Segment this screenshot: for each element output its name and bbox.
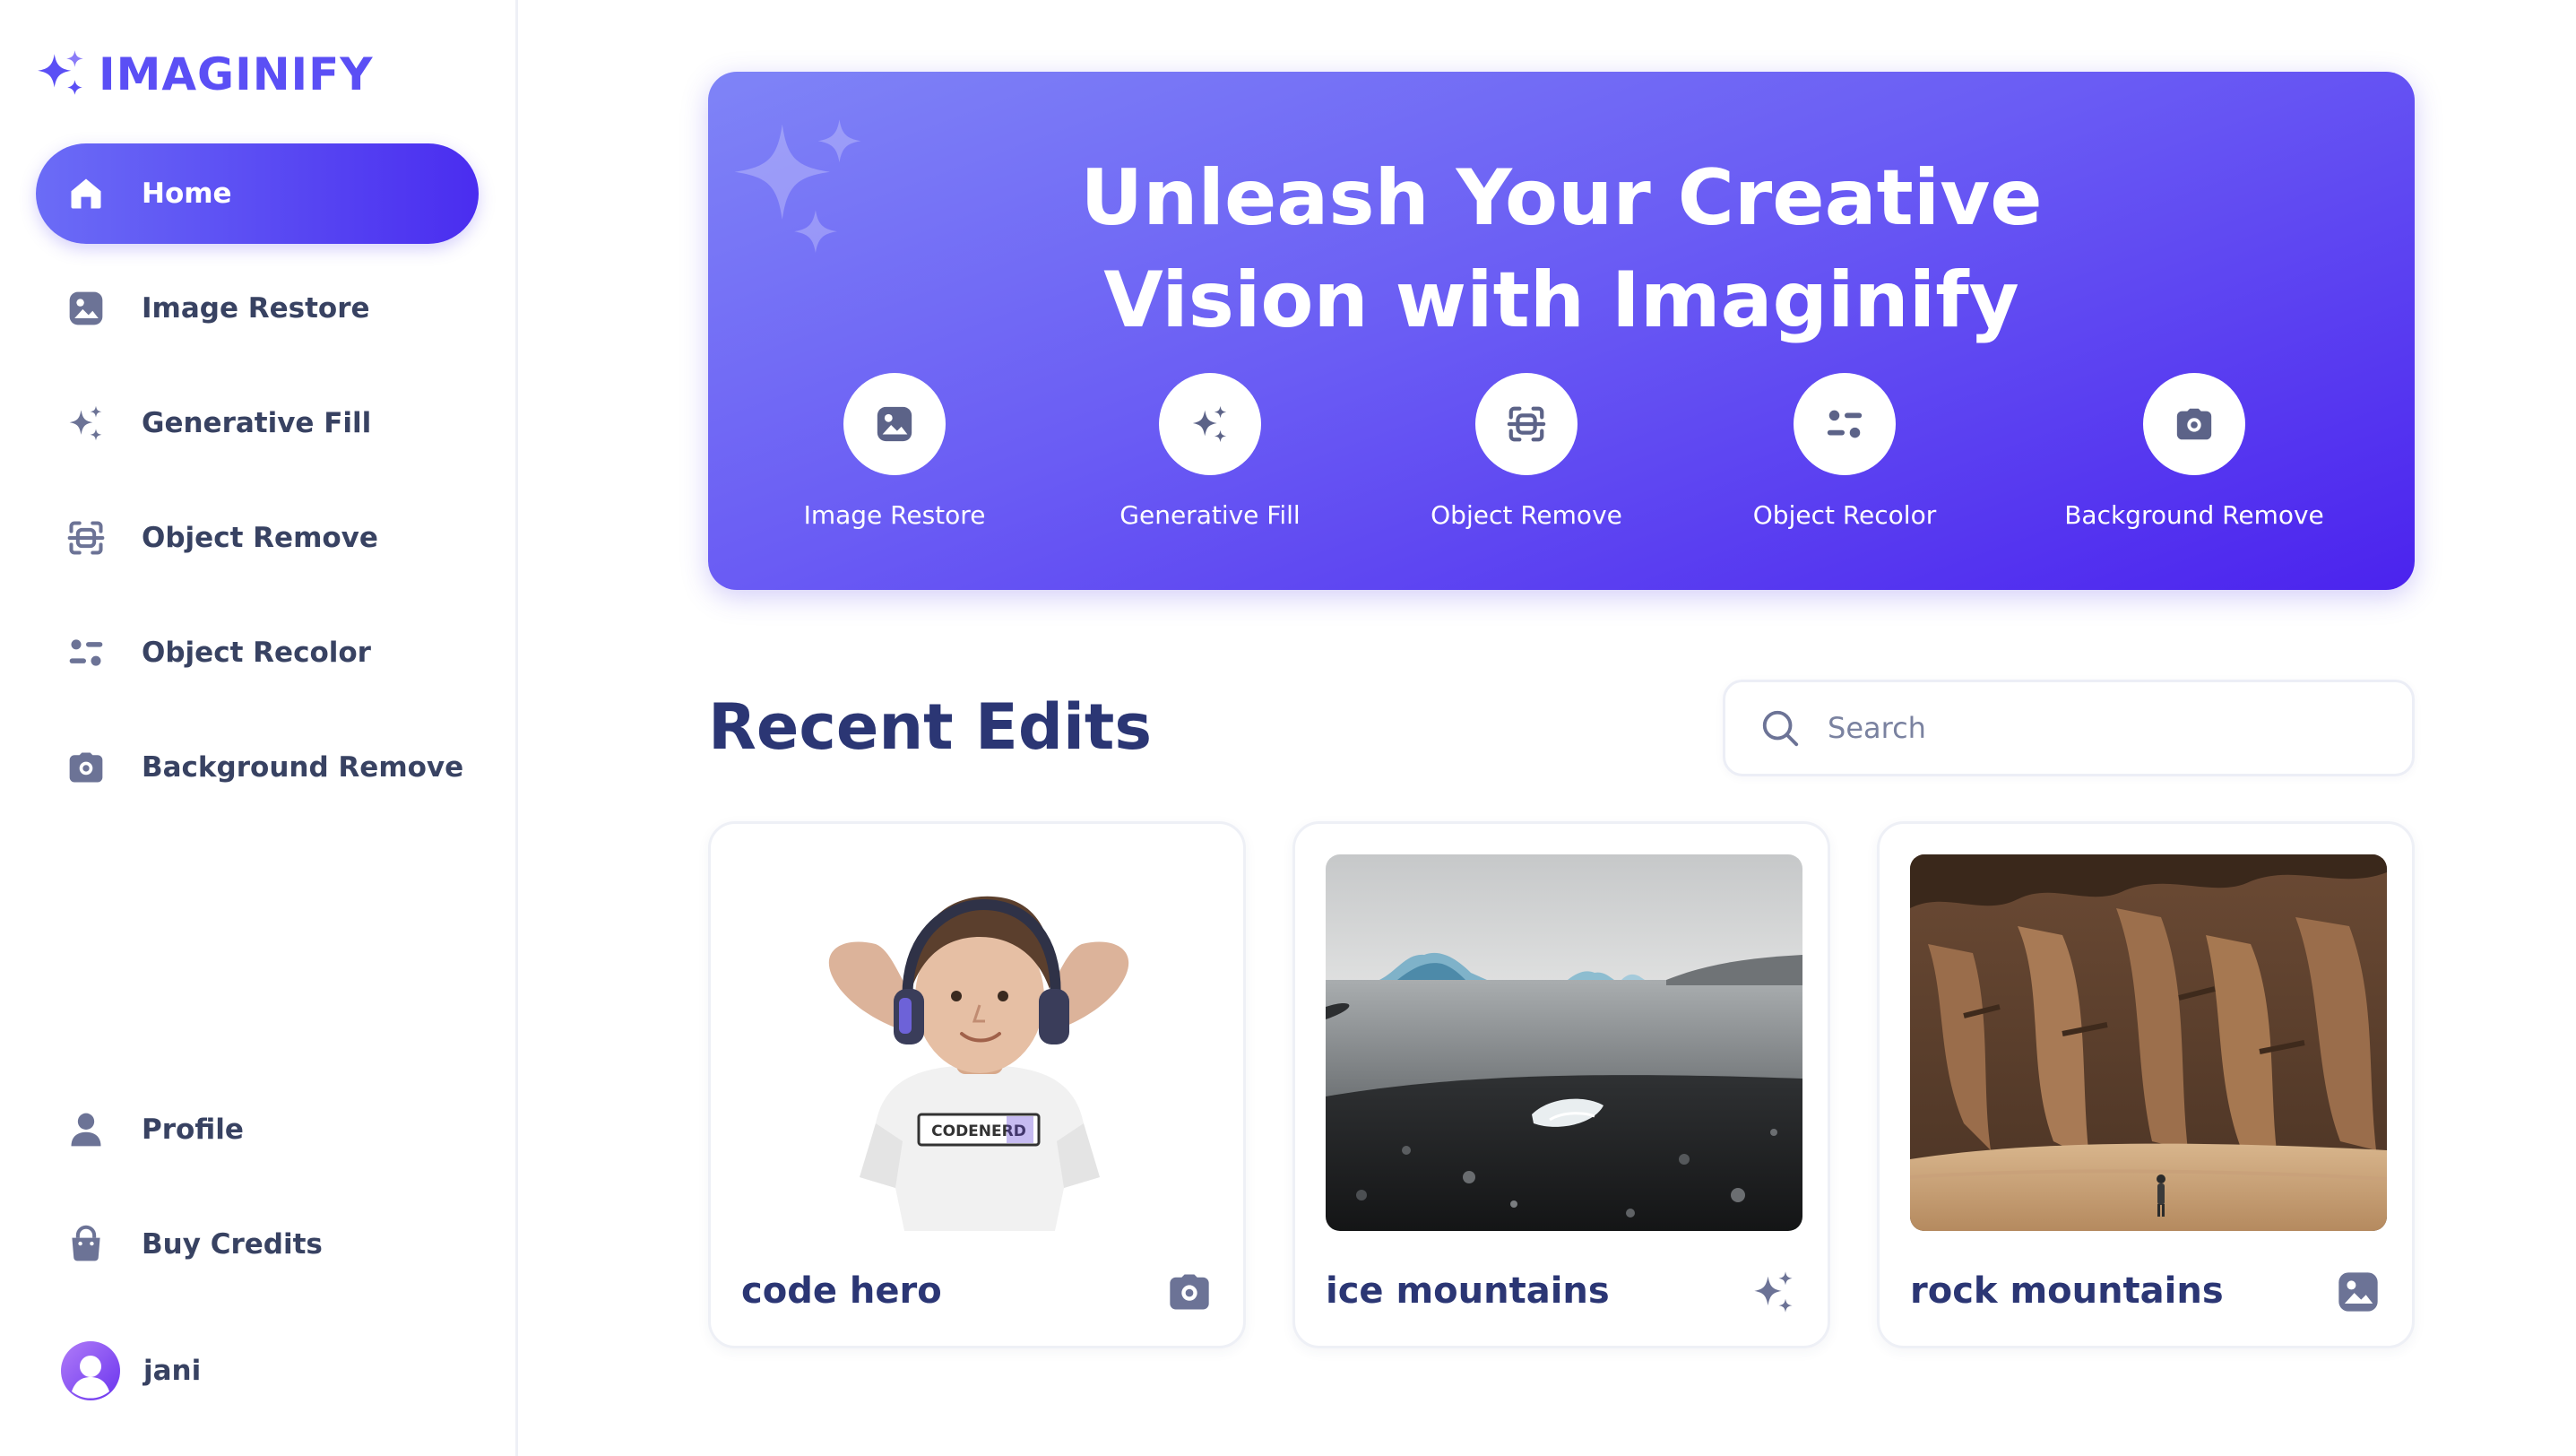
filter-icon xyxy=(1827,410,1863,438)
search-icon xyxy=(1762,710,1799,747)
sidebar-item-label: Background Remove xyxy=(142,751,464,784)
search-box[interactable] xyxy=(1723,680,2415,776)
search-input[interactable] xyxy=(1828,711,2365,745)
hero-banner: Unleash Your Creative Vision with Imagin… xyxy=(708,72,2415,590)
hero-tool-label: Object Remove xyxy=(1431,500,1622,530)
stars-icon xyxy=(1192,405,1227,443)
avatar xyxy=(61,1341,120,1400)
hero-tool-image-restore[interactable]: Image Restore xyxy=(760,373,1029,530)
stars-icon xyxy=(1750,1269,1797,1315)
user-button[interactable]: jani xyxy=(61,1341,201,1400)
hero-tool-label: Image Restore xyxy=(803,500,986,530)
sidebar-item-image-restore[interactable]: Image Restore xyxy=(36,258,479,359)
sidebar-item-label: Image Restore xyxy=(142,292,370,325)
bag-icon xyxy=(65,1223,108,1266)
logo-sparkle-icon xyxy=(38,50,83,95)
scan-icon xyxy=(65,516,108,559)
sidebar-bottom-nav: Profile Buy Credits xyxy=(36,1079,479,1309)
sidebar-item-background-remove[interactable]: Background Remove xyxy=(36,717,479,818)
home-icon xyxy=(65,172,108,215)
recent-edits-title: Recent Edits xyxy=(708,690,1153,764)
sidebar-nav: Home Image Restore Generative Fill Objec… xyxy=(36,143,479,832)
sidebar-item-generative-fill[interactable]: Generative Fill xyxy=(36,373,479,473)
image-thumbnail[interactable] xyxy=(1910,854,2387,1231)
camera-icon xyxy=(2176,408,2212,440)
hero-tool-generative-fill[interactable]: Generative Fill xyxy=(1076,373,1344,530)
camera-icon xyxy=(65,746,108,789)
profile-icon xyxy=(65,1108,108,1151)
image-card-ice-mountains[interactable]: ice mountains xyxy=(1292,821,1830,1348)
image-thumbnail[interactable] xyxy=(1326,854,1802,1231)
camera-icon xyxy=(1166,1269,1213,1315)
sidebar-item-profile[interactable]: Profile xyxy=(36,1079,479,1180)
hero-tool-list: Image Restore Generative Fill Object Rem… xyxy=(708,373,2415,534)
sidebar-item-object-recolor[interactable]: Object Recolor xyxy=(36,602,479,703)
card-title: code hero xyxy=(741,1270,942,1312)
user-name: jani xyxy=(143,1355,202,1387)
sidebar-item-label: Home xyxy=(142,178,232,210)
sidebar-item-home[interactable]: Home xyxy=(36,143,479,244)
image-icon xyxy=(877,406,912,442)
filter-icon xyxy=(65,631,108,674)
sidebar: IMAGINIFY Home Image Restore Generative … xyxy=(0,0,518,1456)
hero-tool-label: Background Remove xyxy=(2064,500,2324,530)
image-icon xyxy=(2335,1269,2382,1315)
hero-tool-background-remove[interactable]: Background Remove xyxy=(2060,373,2329,530)
card-title: ice mountains xyxy=(1326,1270,1610,1312)
recent-edits-grid: CODENERD code hero ice mountains rock mo… xyxy=(708,821,2415,1350)
card-title: rock mountains xyxy=(1910,1270,2224,1312)
sidebar-item-label: Object Recolor xyxy=(142,637,371,669)
stars-icon xyxy=(65,402,108,445)
scan-icon xyxy=(1507,406,1546,442)
sidebar-item-label: Object Remove xyxy=(142,522,378,554)
boy-cutout-image: CODENERD xyxy=(741,854,1218,1231)
sidebar-item-object-remove[interactable]: Object Remove xyxy=(36,488,479,588)
hero-title-line-1: Unleash Your Creative xyxy=(1080,153,2043,243)
sidebar-item-label: Buy Credits xyxy=(142,1228,323,1261)
hero-tool-label: Generative Fill xyxy=(1119,500,1301,530)
image-icon xyxy=(65,287,108,330)
hero-tool-label: Object Recolor xyxy=(1752,500,1937,530)
hero-tool-object-recolor[interactable]: Object Recolor xyxy=(1710,373,1979,530)
sidebar-item-label: Profile xyxy=(142,1114,244,1146)
image-card-rock-mountains[interactable]: rock mountains xyxy=(1877,821,2415,1348)
sidebar-item-label: Generative Fill xyxy=(142,407,372,439)
ice-mountains-image xyxy=(1326,854,1802,1231)
hero-title: Unleash Your Creative Vision with Imagin… xyxy=(708,147,2415,351)
hero-tool-object-remove[interactable]: Object Remove xyxy=(1392,373,1661,530)
image-thumbnail[interactable]: CODENERD xyxy=(741,854,1218,1231)
hero-title-line-2: Vision with Imaginify xyxy=(1103,256,2019,345)
image-card-code-hero[interactable]: CODENERD code hero xyxy=(708,821,1246,1348)
app-logo[interactable]: IMAGINIFY xyxy=(34,47,374,102)
sidebar-item-buy-credits[interactable]: Buy Credits xyxy=(36,1194,479,1295)
rock-mountains-image xyxy=(1910,854,2387,1231)
logo-text: IMAGINIFY xyxy=(99,48,374,100)
